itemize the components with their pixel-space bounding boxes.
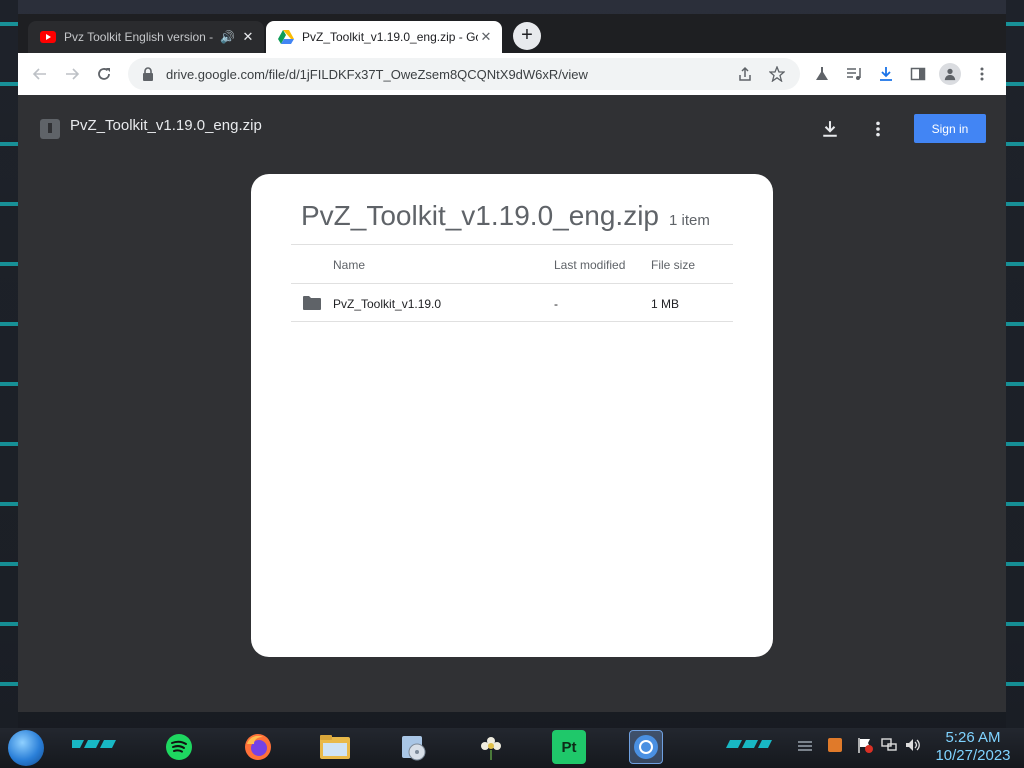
clock-time: 5:26 AM xyxy=(945,729,1001,746)
item-count: 1 item xyxy=(669,212,710,229)
file-explorer-icon[interactable] xyxy=(318,730,352,764)
network-icon[interactable] xyxy=(880,736,898,754)
toolbar-actions xyxy=(806,58,998,90)
media-control-icon[interactable] xyxy=(838,58,870,90)
back-button[interactable] xyxy=(24,58,56,90)
reload-icon xyxy=(98,68,110,80)
row-last-modified: - xyxy=(554,296,558,311)
start-button[interactable] xyxy=(8,730,44,766)
zip-file-icon xyxy=(40,119,60,139)
more-options-button[interactable] xyxy=(864,115,892,143)
column-header-last-modified[interactable]: Last modified xyxy=(554,245,625,284)
forward-arrow-icon xyxy=(66,68,80,80)
chrome-icon[interactable] xyxy=(629,730,663,764)
table-header-row: Name Last modified File size xyxy=(291,244,733,283)
reload-button[interactable] xyxy=(88,58,120,90)
close-tab-icon[interactable]: ✕ xyxy=(240,29,256,45)
browser-window: Pvz Toolkit English version - 🔊 ✕ PvZ_To… xyxy=(18,14,1006,712)
file-title: PvZ_Toolkit_v1.19.0_eng.zip xyxy=(70,117,262,134)
sign-in-button[interactable]: Sign in xyxy=(914,114,986,143)
clock-date: 10/27/2023 xyxy=(935,747,1011,764)
table-row[interactable]: PvZ_Toolkit_v1.19.0 - 1 MB xyxy=(291,283,733,322)
taskbar-decoration xyxy=(726,740,772,748)
speaker-icon[interactable]: 🔊 xyxy=(220,30,235,44)
back-arrow-icon xyxy=(32,68,46,80)
forward-button[interactable] xyxy=(56,58,88,90)
url-text[interactable]: drive.google.com/file/d/1jFILDKFx37T_Owe… xyxy=(166,67,724,82)
lock-icon[interactable] xyxy=(140,66,156,82)
drive-header: PvZ_Toolkit_v1.19.0_eng.zip Sign in xyxy=(18,95,1006,159)
address-bar[interactable]: drive.google.com/file/d/1jFILDKFx37T_Owe… xyxy=(128,58,800,90)
action-center-flag-icon[interactable] xyxy=(856,736,874,754)
download-button[interactable] xyxy=(816,115,844,143)
taskbar-decoration xyxy=(72,740,116,748)
taskbar: Pt 5:26 AM 10/27/2023 xyxy=(0,728,1024,768)
volume-icon[interactable] xyxy=(904,736,922,754)
tray-app-icon[interactable] xyxy=(826,736,844,754)
browser-toolbar: drive.google.com/file/d/1jFILDKFx37T_Owe… xyxy=(18,53,1006,95)
close-tab-icon[interactable]: ✕ xyxy=(478,29,494,45)
folder-icon xyxy=(303,296,321,310)
bookmark-star-icon[interactable] xyxy=(766,63,788,85)
row-name: PvZ_Toolkit_v1.19.0 xyxy=(333,296,442,311)
archive-table: Name Last modified File size PvZ_Toolkit… xyxy=(291,244,733,322)
browser-menu-icon[interactable] xyxy=(966,58,998,90)
archive-preview-card: PvZ_Toolkit_v1.19.0_eng.zip 1 item Name … xyxy=(251,174,773,657)
desktop-frame-left xyxy=(0,0,18,730)
google-drive-icon xyxy=(278,30,294,44)
tab-youtube[interactable]: Pvz Toolkit English version - 🔊 ✕ xyxy=(28,21,264,53)
archive-header: PvZ_Toolkit_v1.19.0_eng.zip 1 item xyxy=(301,200,710,232)
pt-app-icon[interactable]: Pt xyxy=(552,730,586,764)
tab-google-drive[interactable]: PvZ_Toolkit_v1.19.0_eng.zip - Go ✕ xyxy=(266,21,502,53)
youtube-icon xyxy=(40,31,56,43)
column-header-file-size[interactable]: File size xyxy=(651,245,695,284)
row-file-size: 1 MB xyxy=(651,296,680,311)
person-icon xyxy=(944,68,956,81)
avatar xyxy=(939,63,961,85)
desktop-frame-right xyxy=(1006,0,1024,730)
new-tab-button[interactable]: + xyxy=(513,22,541,50)
installer-icon[interactable] xyxy=(396,730,430,764)
firefox-icon[interactable] xyxy=(241,730,275,764)
column-header-name[interactable]: Name xyxy=(333,245,365,284)
more-vert-icon xyxy=(876,121,880,137)
flower-app-icon[interactable] xyxy=(474,730,508,764)
download-icon xyxy=(823,121,837,137)
share-icon[interactable] xyxy=(734,63,756,85)
downloads-icon[interactable] xyxy=(870,58,902,90)
tray-menu-icon[interactable] xyxy=(796,736,814,754)
system-clock[interactable]: 5:26 AM 10/27/2023 xyxy=(930,728,1016,768)
spotify-icon[interactable] xyxy=(162,730,196,764)
archive-title: PvZ_Toolkit_v1.19.0_eng.zip xyxy=(301,200,659,231)
side-panel-icon[interactable] xyxy=(902,58,934,90)
profile-button[interactable] xyxy=(934,58,966,90)
drive-preview-page: PvZ_Toolkit_v1.19.0_eng.zip Sign in PvZ_… xyxy=(18,95,1006,712)
tab-strip: Pvz Toolkit English version - 🔊 ✕ PvZ_To… xyxy=(18,14,1006,53)
labs-flask-icon[interactable] xyxy=(806,58,838,90)
tab-title: Pvz Toolkit English version - xyxy=(64,30,214,44)
tab-title: PvZ_Toolkit_v1.19.0_eng.zip - Go xyxy=(302,30,478,44)
